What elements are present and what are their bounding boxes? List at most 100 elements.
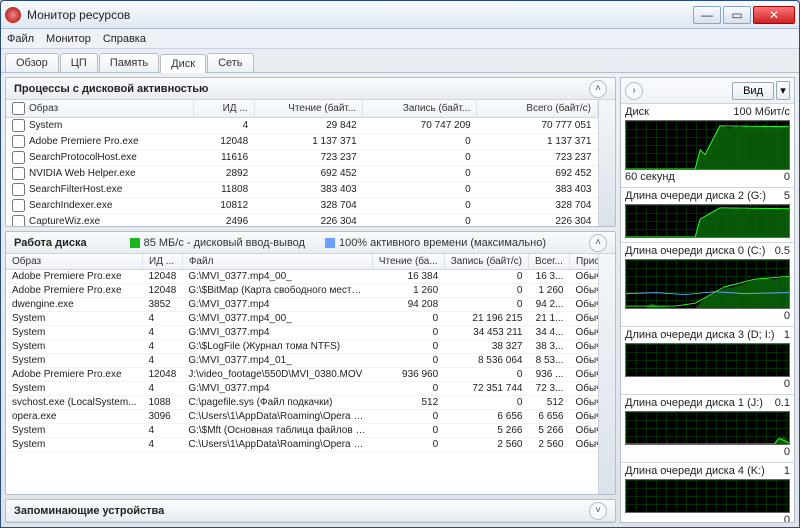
table-row[interactable]: System4G:\MVI_0377.mp4_01_08 536 0648 53… (6, 354, 598, 368)
chart-axis-label: 60 секунд (625, 171, 675, 183)
column-header[interactable]: Запись (байт... (363, 100, 477, 118)
tab-cpu[interactable]: ЦП (60, 53, 98, 72)
table-row[interactable]: System4C:\Users\1\AppData\Roaming\Opera … (6, 438, 598, 452)
window-title: Монитор ресурсов (27, 8, 693, 22)
menu-file[interactable]: Файл (7, 33, 34, 45)
column-header[interactable]: Чтение (байт... (254, 100, 363, 118)
minimize-button[interactable]: — (693, 6, 721, 24)
column-header[interactable]: Приоритет... (569, 254, 598, 270)
table-row[interactable]: System4G:\MVI_0377.mp4_00_021 196 21521 … (6, 312, 598, 326)
column-header[interactable]: Файл (182, 254, 372, 270)
chart-title: Длина очереди диска 0 (C:) (625, 245, 765, 257)
collapse-button[interactable]: ˄ (589, 80, 607, 98)
processes-panel: Процессы с дисковой активностью ˄ ОбразИ… (5, 77, 616, 227)
row-checkbox[interactable] (12, 199, 25, 212)
chart (625, 343, 790, 377)
chart (625, 259, 790, 309)
row-checkbox[interactable] (12, 151, 25, 164)
chart-max: 0.1 (775, 397, 790, 409)
scrollbar[interactable] (598, 254, 615, 494)
table-row[interactable]: NVIDIA Web Helper.exe2892692 4520692 452 (6, 166, 598, 182)
tab-overview[interactable]: Обзор (5, 53, 59, 72)
chart (625, 120, 790, 170)
table-row[interactable]: opera.exe3096C:\Users\1\AppData\Roaming\… (6, 410, 598, 424)
chart-axis-label: 0 (784, 514, 790, 522)
processes-panel-title: Процессы с дисковой активностью (14, 83, 208, 95)
chart-panel: Длина очереди диска 3 (D; I:) 1 0 (621, 327, 794, 395)
chart-title: Диск (625, 106, 649, 118)
column-header[interactable]: Чтение (ба... (372, 254, 444, 270)
table-row[interactable]: System4G:\$LogFile (Журнал тома NTFS)038… (6, 340, 598, 354)
table-row[interactable]: SearchFilterHost.exe11808383 4030383 403 (6, 182, 598, 198)
disk-panel-title: Работа диска (14, 237, 87, 249)
row-checkbox[interactable] (12, 167, 25, 180)
chart-axis-label: 0 (784, 310, 790, 322)
column-header[interactable]: ИД ... (143, 254, 183, 270)
table-row[interactable]: Adobe Premiere Pro.exe12048G:\$BitMap (К… (6, 284, 598, 298)
tab-strip: Обзор ЦП Память Диск Сеть (1, 49, 799, 73)
close-button[interactable]: ✕ (753, 6, 795, 24)
chart-panel: Диск 100 Мбит/с 60 секунд 0 (621, 104, 794, 188)
menu-help[interactable]: Справка (103, 33, 146, 45)
chart-max: 1 (784, 465, 790, 477)
expand-button[interactable]: ˅ (589, 502, 607, 520)
chart-title: Длина очереди диска 4 (K:) (625, 465, 765, 477)
menu-monitor[interactable]: Монитор (46, 33, 91, 45)
chart-axis-label: 0 (784, 171, 790, 183)
tab-disk[interactable]: Диск (160, 54, 206, 73)
row-checkbox[interactable] (12, 135, 25, 148)
collapse-button[interactable]: ˄ (589, 234, 607, 252)
column-header[interactable]: Запись (байт/с) (444, 254, 528, 270)
row-checkbox[interactable] (12, 215, 25, 226)
chart-panel: Длина очереди диска 2 (G:)5 (621, 188, 794, 243)
row-checkbox[interactable] (12, 183, 25, 196)
view-button[interactable]: Вид (732, 82, 774, 100)
table-row[interactable]: System4G:\MVI_0377.mp4034 453 21134 4...… (6, 326, 598, 340)
chart (625, 411, 790, 445)
chart-panel: Длина очереди диска 0 (C:) 0.5 0 (621, 243, 794, 327)
chart-title: Длина очереди диска 1 (J:) (625, 397, 763, 409)
column-header[interactable]: ИД ... (194, 100, 254, 118)
column-header[interactable]: Всего (байт/с) (477, 100, 598, 118)
table-row[interactable]: System4G:\MVI_0377.mp4072 351 74472 3...… (6, 382, 598, 396)
column-header[interactable]: Образ (6, 254, 143, 270)
disk-grid[interactable]: ОбразИД ...ФайлЧтение (ба...Запись (байт… (6, 254, 598, 494)
tab-network[interactable]: Сеть (207, 53, 253, 72)
column-header[interactable]: Всег... (528, 254, 569, 270)
tab-memory[interactable]: Память (99, 53, 159, 72)
storage-panel-title: Запоминающие устройства (14, 505, 164, 517)
processes-grid[interactable]: ОбразИД ...Чтение (байт...Запись (байт..… (6, 100, 598, 226)
table-row[interactable]: Adobe Premiere Pro.exe120481 137 37101 1… (6, 134, 598, 150)
app-icon (5, 7, 21, 23)
row-checkbox[interactable] (12, 119, 25, 132)
charts-sidebar: › Вид ▾ Диск100 Мбит/с60 секунд0Длина оч… (620, 77, 795, 523)
table-row[interactable]: dwengine.exe3852G:\MVI_0377.mp494 208094… (6, 298, 598, 312)
view-dropdown-button[interactable]: ▾ (776, 81, 790, 100)
table-row[interactable]: SearchIndexer.exe10812328 7040328 704 (6, 198, 598, 214)
chart-axis-label: 0 (784, 446, 790, 458)
table-row[interactable]: System429 84270 747 20970 777 051 (6, 118, 598, 134)
table-row[interactable]: CaptureWiz.exe2496226 3040226 304 (6, 214, 598, 227)
scrollbar[interactable] (598, 100, 615, 226)
chart-max: 1 (784, 329, 790, 341)
table-row[interactable]: svchost.exe (LocalSystem...1088C:\pagefi… (6, 396, 598, 410)
chart (625, 204, 790, 238)
chart-max: 5 (784, 190, 790, 202)
chart-max: 0.5 (775, 245, 790, 257)
maximize-button[interactable]: ▭ (723, 6, 751, 24)
table-row[interactable]: System4G:\$Mft (Основная таблица файлов … (6, 424, 598, 438)
table-row[interactable]: Adobe Premiere Pro.exe12048J:\video_foot… (6, 368, 598, 382)
chart-max: 100 Мбит/с (733, 106, 790, 118)
table-row[interactable]: Adobe Premiere Pro.exe12048G:\MVI_0377.m… (6, 270, 598, 284)
column-header[interactable]: Образ (6, 100, 194, 118)
chart-panel: Длина очереди диска 1 (J:) 0.1 0 (621, 395, 794, 463)
chart (625, 479, 790, 513)
select-all-checkbox[interactable] (12, 102, 25, 115)
table-row[interactable]: SearchProtocolHost.exe11616723 2370723 2… (6, 150, 598, 166)
resource-monitor-window: Монитор ресурсов — ▭ ✕ Файл Монитор Спра… (0, 0, 800, 528)
titlebar[interactable]: Монитор ресурсов — ▭ ✕ (1, 1, 799, 29)
chart-title: Длина очереди диска 3 (D; I:) (625, 329, 775, 341)
chart-axis-label: 0 (784, 378, 790, 390)
menubar: Файл Монитор Справка (1, 29, 799, 49)
sidebar-collapse-button[interactable]: › (625, 82, 643, 100)
